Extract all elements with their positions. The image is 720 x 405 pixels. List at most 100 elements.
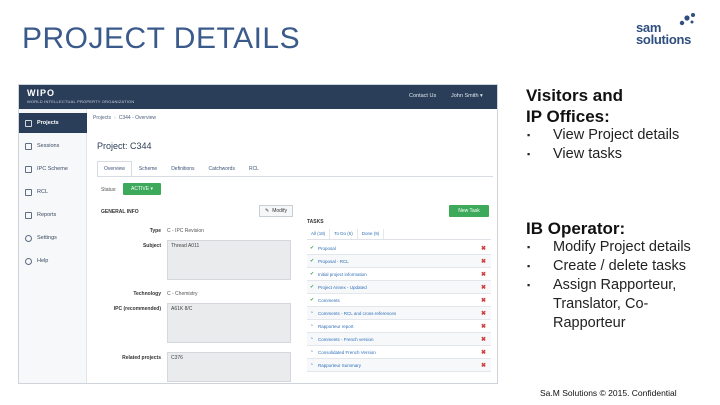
tab-scheme[interactable]: Scheme (132, 161, 164, 177)
sidebar-item-rcl[interactable]: RCL (19, 182, 87, 202)
task-label[interactable]: Rapporteur Summary (318, 363, 361, 368)
sidebar-item-label: Sessions (37, 143, 60, 149)
task-row[interactable]: ◔ Rapporteur Summary ✖ (307, 359, 491, 372)
bullet-square-icon: ▪ (527, 242, 531, 252)
tab-overview[interactable]: Overview (97, 161, 132, 177)
bullet-square-icon: ▪ (527, 149, 531, 159)
visitors-bullets: ▪ View Project details ▪ View tasks (527, 126, 679, 164)
filter-all[interactable]: All (18) (307, 229, 331, 239)
delete-icon[interactable]: ✖ (481, 245, 486, 252)
project-tabs: Overview Scheme Definitions Catchwords R… (97, 161, 266, 177)
task-label[interactable]: Comments - RCL and cross-references (318, 311, 396, 316)
task-row[interactable]: ✔ Comments ✖ (307, 294, 491, 307)
slide-footer: Sa.M Solutions © 2015. Confidential (540, 388, 677, 398)
task-label[interactable]: Comments - French version (318, 337, 374, 342)
tab-divider (97, 176, 493, 177)
delete-icon[interactable]: ✖ (481, 271, 486, 278)
visitors-heading-line1: Visitors and (526, 86, 623, 105)
filter-todo[interactable]: To Do (6) (330, 229, 358, 239)
task-row[interactable]: ✔ Proposal - RCL ✖ (307, 255, 491, 268)
breadcrumb-projects[interactable]: Projects (93, 115, 111, 121)
app-brand[interactable]: WIPO (27, 88, 55, 98)
delete-icon[interactable]: ✖ (481, 349, 486, 356)
status-dropdown[interactable]: ACTIVE ▾ (123, 183, 161, 195)
sidebar-item-projects[interactable]: Projects (19, 113, 87, 133)
breadcrumb: Projects › C344 - Overview (93, 115, 156, 121)
contact-us-link[interactable]: Contact Us (409, 93, 436, 99)
bullet-item: ▪ View Project details (527, 126, 679, 145)
general-info-heading: GENERAL INFO (101, 209, 139, 215)
task-row[interactable]: ✔ Initial project information ✖ (307, 268, 491, 281)
sam-solutions-logo: sam solutions (636, 13, 712, 50)
sidebar-item-label: IPC Scheme (37, 166, 68, 172)
bullet-text: View Project details (553, 127, 680, 143)
bullet-text: Rapporteur (553, 315, 626, 331)
ipc-label: IPC (recommended) (113, 306, 161, 312)
check-icon: ✔ (310, 296, 315, 303)
clock-icon: ◔ (310, 309, 314, 316)
edit-icon: ✎ (265, 208, 270, 214)
task-row[interactable]: ◔ Consolidated French Version ✖ (307, 346, 491, 359)
tasks-heading: TASKS (307, 219, 324, 225)
new-task-button[interactable]: New Task (449, 205, 489, 217)
sidebar-item-sessions[interactable]: Sessions (19, 136, 87, 156)
delete-icon[interactable]: ✖ (481, 284, 486, 291)
task-label[interactable]: Proposal (318, 246, 336, 251)
bullet-text: Modify Project details (553, 239, 691, 255)
ipc-field[interactable]: A61K 8/C (167, 303, 291, 343)
filter-done[interactable]: Done (9) (358, 229, 385, 239)
task-row[interactable]: ◔ Rapporteur report ✖ (307, 320, 491, 333)
sidebar-item-ipc-scheme[interactable]: IPC Scheme (19, 159, 87, 179)
bullet-text: Create / delete tasks (553, 258, 686, 274)
task-label[interactable]: Comments (318, 298, 340, 303)
modify-button[interactable]: ✎ Modify (259, 205, 293, 217)
task-label[interactable]: Consolidated French Version (318, 350, 376, 355)
sidebar-item-reports[interactable]: Reports (19, 205, 87, 225)
app-sidebar: Projects Sessions IPC Scheme RCL Reports… (19, 109, 87, 383)
tab-catchwords[interactable]: Catchwords (202, 161, 242, 177)
technology-value: C - Chemistry (167, 291, 198, 297)
task-label[interactable]: Rapporteur report (318, 324, 354, 329)
technology-label: Technology (133, 291, 161, 297)
app-brand-subtitle: WORLD INTELLECTUAL PROPERTY ORGANIZATION (27, 99, 135, 104)
bullet-square-icon: ▪ (527, 130, 531, 140)
clock-icon: ◔ (310, 322, 314, 329)
sessions-icon (25, 142, 32, 150)
delete-icon[interactable]: ✖ (481, 310, 486, 317)
check-icon: ✔ (310, 283, 315, 290)
slide-title: PROJECT DETAILS (22, 22, 301, 55)
reports-icon (25, 211, 32, 219)
delete-icon[interactable]: ✖ (481, 297, 486, 304)
clock-icon: ◔ (310, 335, 314, 342)
task-label[interactable]: Project Annex - Updated (318, 285, 367, 290)
related-projects-label: Related projects (122, 355, 161, 361)
task-row[interactable]: ◔ Comments - French version ✖ (307, 333, 491, 346)
rcl-icon (25, 188, 32, 196)
task-row[interactable]: ✔ Proposal ✖ (307, 242, 491, 255)
sidebar-item-help[interactable]: Help (19, 251, 87, 271)
delete-icon[interactable]: ✖ (481, 323, 486, 330)
tab-rcl[interactable]: RCL (242, 161, 266, 177)
delete-icon[interactable]: ✖ (481, 362, 486, 369)
task-label[interactable]: Proposal - RCL (318, 259, 349, 264)
task-label[interactable]: Initial project information (318, 272, 367, 277)
task-row[interactable]: ✔ Project Annex - Updated ✖ (307, 281, 491, 294)
sidebar-item-label: RCL (37, 189, 49, 195)
task-row[interactable]: ◔ Comments - RCL and cross-references ✖ (307, 307, 491, 320)
bullet-item: ▪ View tasks (527, 145, 679, 164)
subject-field[interactable]: Thread A011 (167, 240, 291, 280)
sidebar-item-label: Projects (37, 120, 59, 126)
delete-icon[interactable]: ✖ (481, 336, 486, 343)
sidebar-item-settings[interactable]: Settings (19, 228, 87, 248)
app-header: WIPO WORLD INTELLECTUAL PROPERTY ORGANIZ… (19, 85, 497, 109)
clock-icon: ◔ (310, 348, 314, 355)
tab-definitions[interactable]: Definitions (164, 161, 201, 177)
operator-bullets: ▪ Modify Project details ▪ Create / delete… (527, 238, 691, 333)
project-title: Project: C344 (97, 141, 152, 151)
visitors-heading-line2: IP Offices: (526, 107, 610, 126)
bullet-square-icon: ▪ (527, 280, 531, 290)
delete-icon[interactable]: ✖ (481, 258, 486, 265)
user-menu[interactable]: John Smith ▾ (451, 93, 483, 99)
bullet-text: View tasks (553, 146, 623, 162)
related-projects-field[interactable]: C376 (167, 352, 291, 382)
